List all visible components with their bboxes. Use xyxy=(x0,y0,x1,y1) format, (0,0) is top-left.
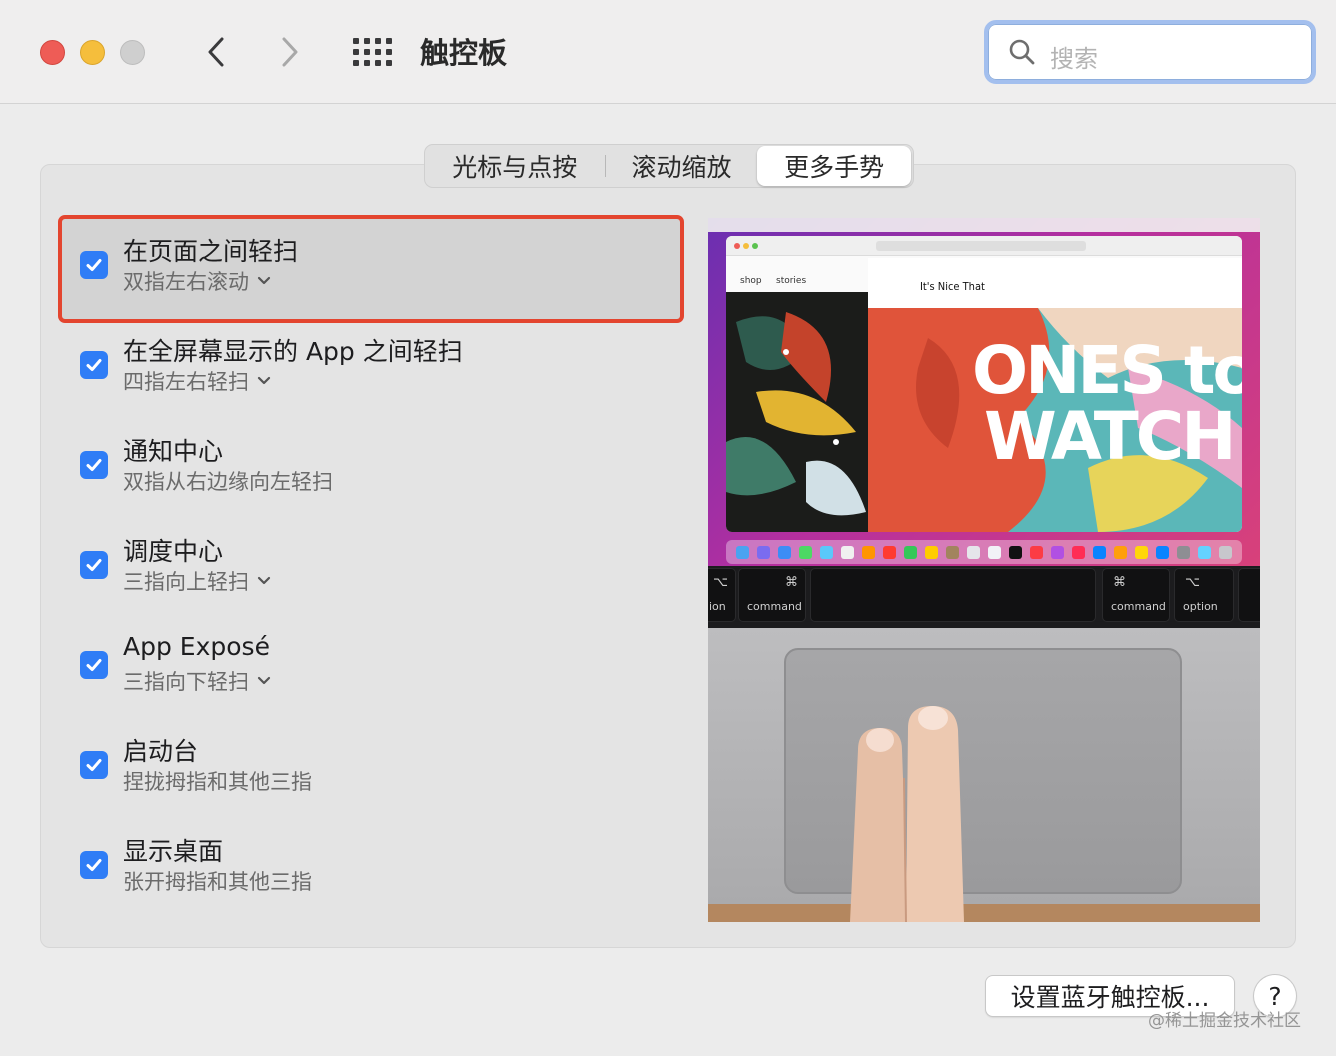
chevron-down-icon xyxy=(257,676,271,686)
preview-site-header: It's Nice That xyxy=(868,258,1242,308)
chevron-down-icon xyxy=(257,376,271,386)
gesture-subtitle: 四指左右轻扫 xyxy=(123,370,249,394)
checkmark-icon xyxy=(86,359,102,371)
preview-artwork-main: ONES to WATCH xyxy=(868,308,1242,532)
gesture-title: 启动台 xyxy=(123,737,199,766)
zoom-button xyxy=(120,40,145,65)
gesture-item-swipe-between-pages[interactable]: 在页面之间轻扫 双指左右滚动 xyxy=(80,214,660,294)
preview-headline-line1: ONES to xyxy=(972,332,1242,409)
gesture-option-menu[interactable]: 双指左右滚动 xyxy=(123,266,271,296)
gesture-item-notification-center[interactable]: 通知中心 双指从右边缘向左轻扫 xyxy=(80,414,660,494)
grid-icon xyxy=(352,38,359,44)
preview-browser-toolbar xyxy=(726,236,1242,256)
gesture-title: 显示桌面 xyxy=(123,837,224,866)
gesture-title: 在页面之间轻扫 xyxy=(123,237,299,266)
gesture-title: App Exposé xyxy=(123,632,270,661)
preview-nav-shop: shop xyxy=(740,276,762,286)
tab-scroll-and-zoom[interactable]: 滚动缩放 xyxy=(606,145,758,187)
show-all-grid-button[interactable] xyxy=(350,34,394,70)
chevron-left-icon xyxy=(208,37,224,67)
checkmark-icon xyxy=(86,759,102,771)
checkmark-icon xyxy=(86,459,102,471)
preview-key: ⌘ command xyxy=(738,568,806,622)
preview-artwork-left xyxy=(726,292,868,532)
chevron-right-icon xyxy=(282,37,298,67)
gesture-subtitle: 三指向上轻扫 xyxy=(123,570,249,594)
gesture-title: 调度中心 xyxy=(123,537,224,566)
tab-bar: 光标与点按 滚动缩放 更多手势 xyxy=(424,144,914,188)
checkmark-icon xyxy=(86,559,102,571)
checkmark-icon xyxy=(86,259,102,271)
preview-key: ⌥ ion xyxy=(708,568,736,622)
gesture-item-app-expose[interactable]: App Exposé 三指向下轻扫 xyxy=(80,614,660,694)
gesture-title: 通知中心 xyxy=(123,437,224,466)
preview-site-nav: shop stories xyxy=(728,258,868,292)
checkbox[interactable] xyxy=(80,751,108,779)
preview-key xyxy=(1238,568,1260,622)
preview-dock xyxy=(726,540,1242,564)
gesture-option-menu[interactable]: 四指左右轻扫 xyxy=(123,366,271,396)
checkmark-icon xyxy=(86,659,102,671)
preview-laptop-body xyxy=(708,628,1260,922)
search-placeholder: 搜索 xyxy=(1050,45,1098,73)
back-button[interactable] xyxy=(196,30,236,74)
window-title: 触控板 xyxy=(420,36,508,70)
tab-point-and-click[interactable]: 光标与点按 xyxy=(425,145,605,187)
preview-headline-line2: WATCH xyxy=(984,398,1236,475)
gesture-item-swipe-between-fullscreen-apps[interactable]: 在全屏幕显示的 App 之间轻扫 四指左右轻扫 xyxy=(80,314,660,394)
checkbox[interactable] xyxy=(80,451,108,479)
preview-nav-stories: stories xyxy=(776,276,807,286)
gesture-subtitle: 捏拢拇指和其他三指 xyxy=(123,770,312,794)
preview-key: ⌥ option xyxy=(1174,568,1234,622)
gesture-item-mission-control[interactable]: 调度中心 三指向上轻扫 xyxy=(80,514,660,594)
checkbox[interactable] xyxy=(80,551,108,579)
gesture-option-menu[interactable]: 三指向下轻扫 xyxy=(123,666,271,696)
gesture-title: 在全屏幕显示的 App 之间轻扫 xyxy=(123,337,463,366)
search-icon xyxy=(1009,39,1035,65)
gesture-subtitle: 双指左右滚动 xyxy=(123,270,249,294)
checkbox[interactable] xyxy=(80,351,108,379)
tab-more-gestures[interactable]: 更多手势 xyxy=(757,146,911,186)
preview-keyboard: ⌥ ion ⌘ command ⌘ command ⌥ option xyxy=(708,566,1260,628)
preview-menubar xyxy=(708,218,1260,232)
gesture-item-show-desktop[interactable]: 显示桌面 张开拇指和其他三指 xyxy=(80,814,660,894)
checkbox[interactable] xyxy=(80,851,108,879)
gesture-item-launchpad[interactable]: 启动台 捏拢拇指和其他三指 xyxy=(80,714,660,794)
gesture-preview-video: shop stories It's Nice That ONES to WATC… xyxy=(708,218,1260,922)
watermark: @稀土掘金技术社区 xyxy=(1148,1011,1301,1031)
preview-screen: shop stories It's Nice That ONES to WATC… xyxy=(708,218,1260,566)
forward-button[interactable] xyxy=(270,30,310,74)
close-button[interactable] xyxy=(40,40,65,65)
minimize-button[interactable] xyxy=(80,40,105,65)
search-field[interactable]: 搜索 xyxy=(984,20,1316,84)
preview-spacebar xyxy=(810,568,1096,622)
gesture-subtitle: 三指向下轻扫 xyxy=(123,670,249,694)
gesture-option-menu[interactable]: 三指向上轻扫 xyxy=(123,566,271,596)
chevron-down-icon xyxy=(257,276,271,286)
chevron-down-icon xyxy=(257,576,271,586)
gesture-subtitle: 双指从右边缘向左轻扫 xyxy=(123,470,333,494)
checkmark-icon xyxy=(86,859,102,871)
gesture-subtitle: 张开拇指和其他三指 xyxy=(123,870,312,894)
preview-fingers xyxy=(850,706,964,922)
preview-browser-window: shop stories It's Nice That ONES to WATC… xyxy=(726,236,1242,532)
title-bar: 触控板 搜索 xyxy=(0,0,1336,104)
checkbox[interactable] xyxy=(80,651,108,679)
checkbox[interactable] xyxy=(80,251,108,279)
preview-key: ⌘ command xyxy=(1102,568,1170,622)
preview-site-logo: It's Nice That xyxy=(920,280,985,293)
